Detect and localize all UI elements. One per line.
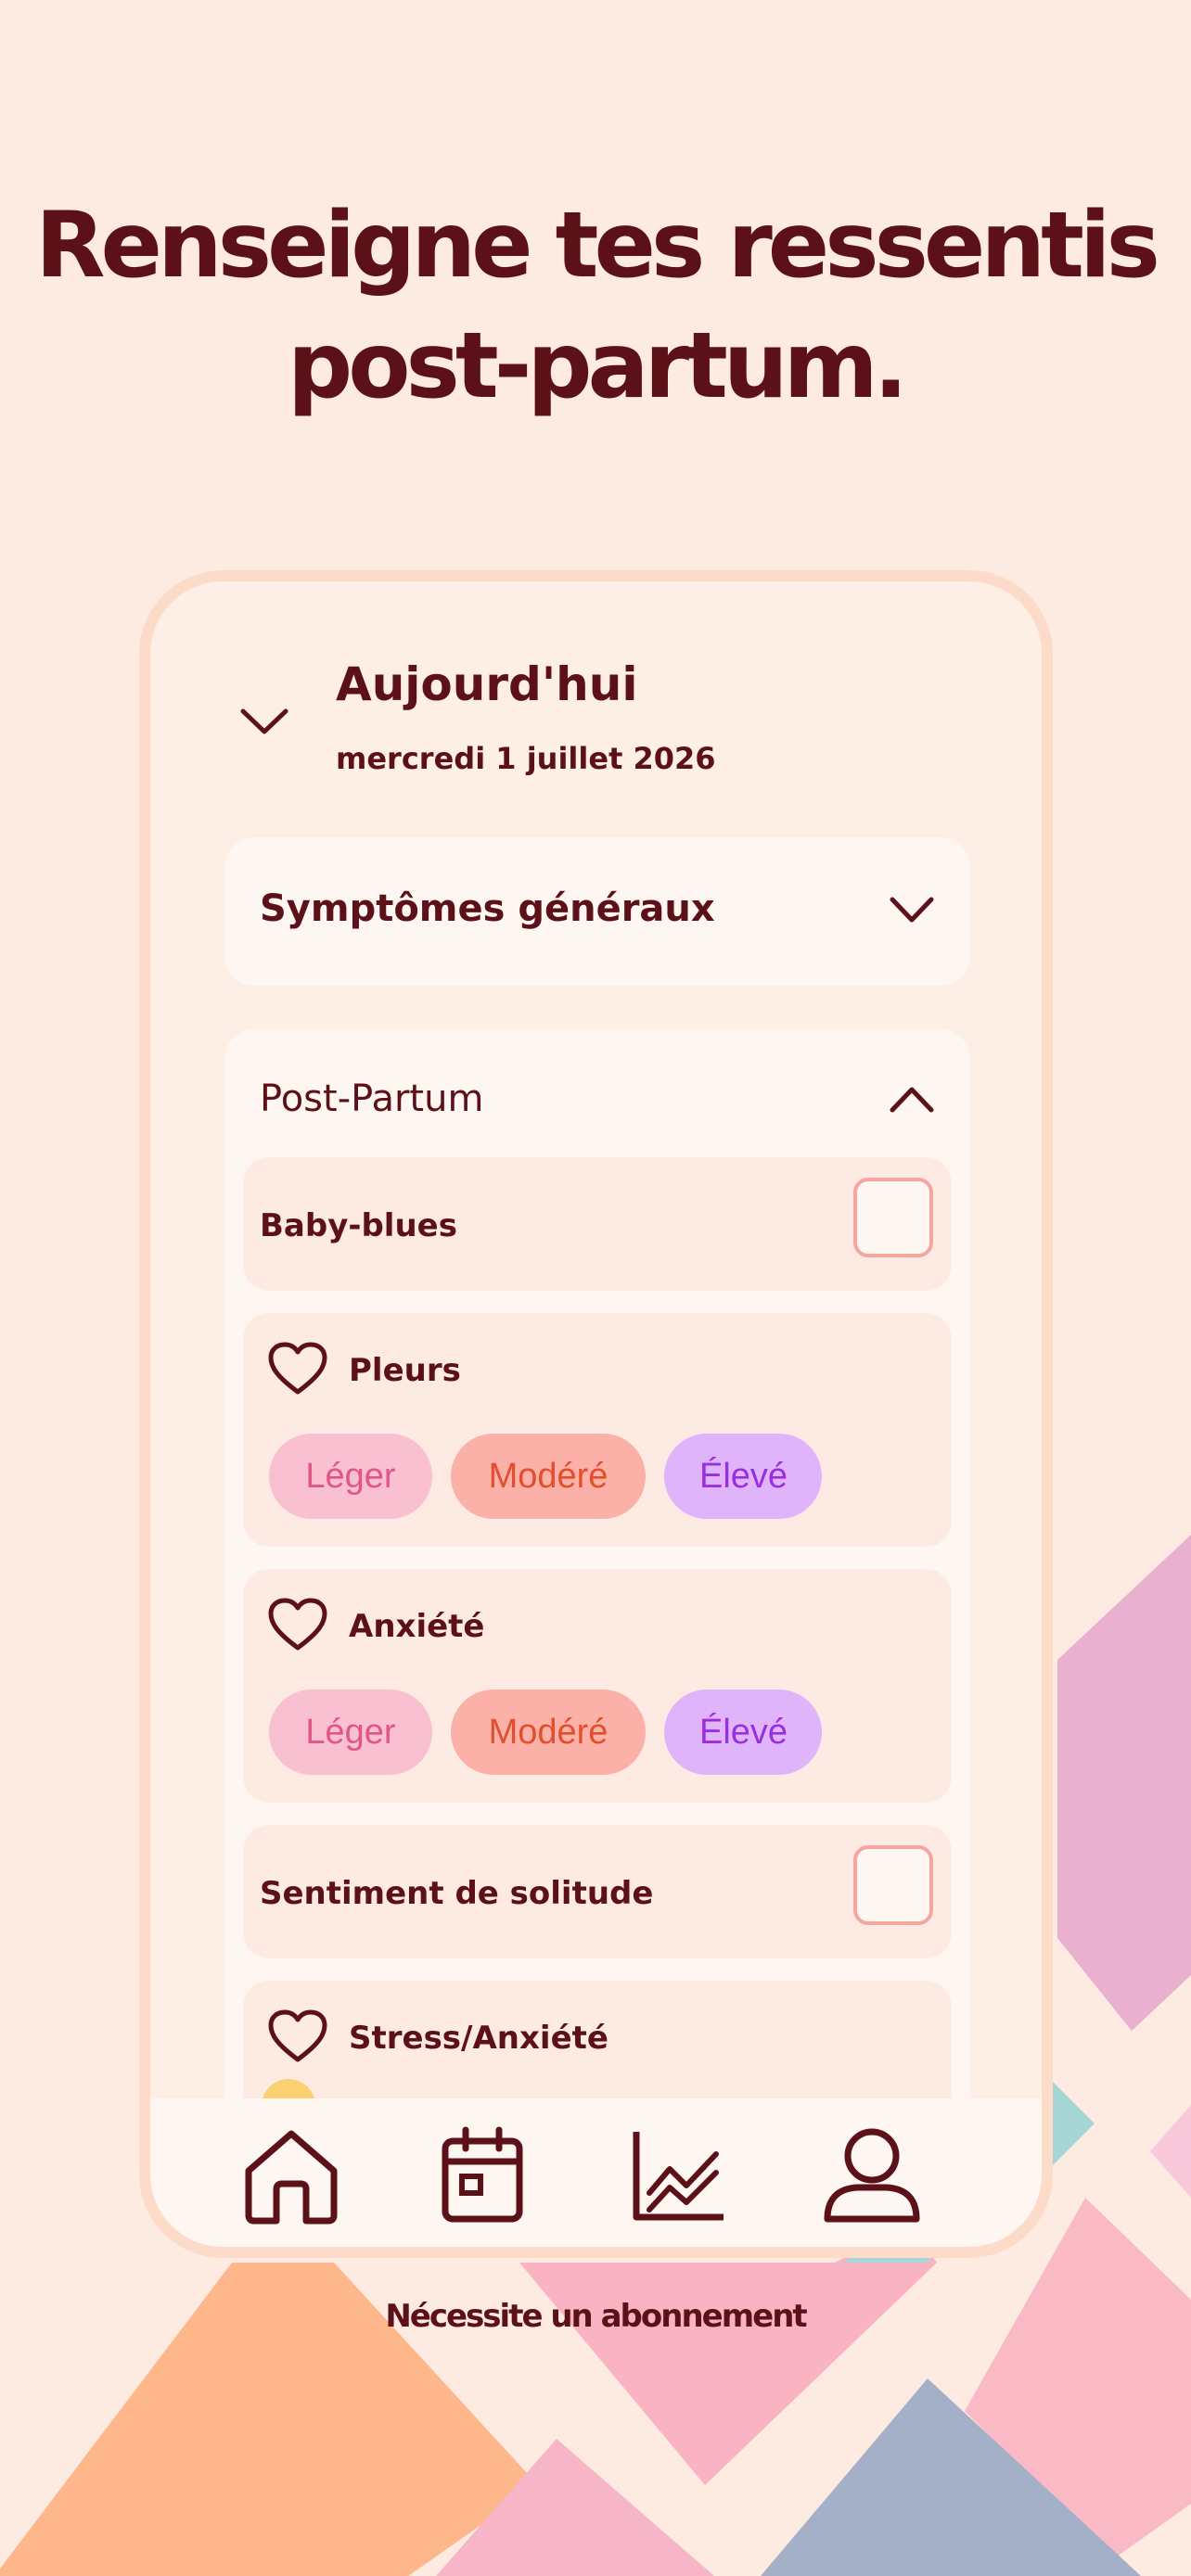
section-title: Post-Partum <box>260 1078 484 1120</box>
intensity-eleve-pill[interactable]: Élevé <box>664 1434 822 1519</box>
section-title: Symptômes généraux <box>260 887 715 930</box>
heart-icon[interactable] <box>267 1341 328 1396</box>
intensity-leger-pill[interactable]: Léger <box>269 1690 432 1775</box>
symptom-label: Sentiment de solitude <box>260 1875 654 1912</box>
tab-bar <box>150 2098 1042 2247</box>
scroll-area[interactable]: Aujourd'hui mercredi 1 juillet 2026 Symp… <box>150 581 1042 2098</box>
chevron-down-icon[interactable] <box>889 895 935 925</box>
symptom-label: Pleurs <box>349 1352 461 1389</box>
bg-shape-pink-right <box>1057 1535 1191 2031</box>
section-postpartum: Post-Partum Baby-blues Pleurs Léger Modér… <box>224 1029 970 2098</box>
headline-line-2: post-partum. <box>288 313 908 419</box>
symptom-stress-anxiete: Stress/Anxiété <box>243 1981 952 2098</box>
profile-icon <box>824 2128 920 2223</box>
intensity-leger-pill[interactable]: Léger <box>269 1434 432 1519</box>
date-header[interactable]: Aujourd'hui mercredi 1 juillet 2026 <box>150 581 1042 804</box>
chevron-up-icon[interactable] <box>889 1085 935 1115</box>
heart-icon[interactable] <box>267 1597 328 1652</box>
heart-icon[interactable] <box>267 2009 328 2064</box>
chevron-down-icon[interactable] <box>239 706 289 737</box>
stress-slider-thumb[interactable] <box>262 2079 315 2098</box>
tab-profile[interactable] <box>816 2119 928 2230</box>
tab-home[interactable] <box>236 2119 347 2230</box>
home-icon <box>245 2130 338 2225</box>
intensity-modere-pill[interactable]: Modéré <box>451 1690 646 1775</box>
chart-icon <box>633 2132 724 2221</box>
symptom-label: Stress/Anxiété <box>349 2020 608 2057</box>
headline: Renseigne tes ressentis post-partum. <box>0 185 1191 427</box>
baby-blues-checkbox[interactable] <box>853 1178 933 1257</box>
tab-stats[interactable] <box>621 2119 733 2230</box>
symptom-pleurs: Pleurs Léger Modéré Élevé <box>243 1313 952 1547</box>
date-subtitle: mercredi 1 juillet 2026 <box>336 741 716 776</box>
symptom-label: Baby-blues <box>260 1207 457 1244</box>
intensity-options: Léger Modéré Élevé <box>269 1434 840 1519</box>
subscription-note: Nécessite un abonnement <box>385 2298 807 2335</box>
symptom-baby-blues[interactable]: Baby-blues <box>243 1157 952 1291</box>
intensity-modere-pill[interactable]: Modéré <box>451 1434 646 1519</box>
headline-line-1: Renseigne tes ressentis <box>35 193 1160 299</box>
symptom-label: Anxiété <box>349 1608 485 1645</box>
intensity-eleve-pill[interactable]: Élevé <box>664 1690 822 1775</box>
intensity-options: Léger Modéré Élevé <box>269 1690 840 1775</box>
date-title: Aujourd'hui <box>336 657 638 711</box>
tab-calendar[interactable] <box>427 2119 538 2230</box>
symptom-anxiete: Anxiété Léger Modéré Élevé <box>243 1569 952 1803</box>
solitude-checkbox[interactable] <box>853 1845 933 1925</box>
bg-shape-pink-edge <box>1150 2105 1191 2198</box>
calendar-icon <box>442 2126 523 2223</box>
phone-mockup: Aujourd'hui mercredi 1 juillet 2026 Symp… <box>139 570 1053 2258</box>
symptom-solitude[interactable]: Sentiment de solitude <box>243 1825 952 1958</box>
section-general-symptoms[interactable]: Symptômes généraux <box>224 837 970 986</box>
